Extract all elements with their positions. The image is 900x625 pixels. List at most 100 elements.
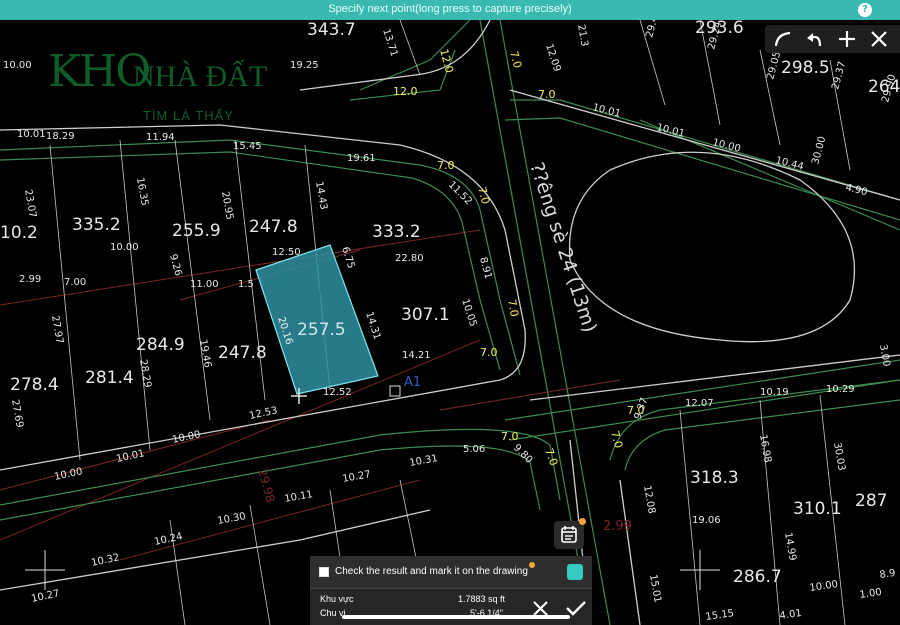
close-button[interactable] bbox=[863, 25, 895, 53]
add-button[interactable] bbox=[831, 25, 863, 53]
plot-area: 278.4 bbox=[10, 375, 59, 395]
dimension-text: 29.47 bbox=[644, 20, 662, 39]
dimension-text: 12.09 bbox=[543, 43, 562, 74]
plot-area: 10.2 bbox=[0, 223, 38, 243]
cad-drawing-canvas[interactable]: ??êng sè 24 (13m) 257.5 20.16 343.7 293.… bbox=[0, 20, 900, 625]
dimension-text: 21.3 bbox=[575, 24, 590, 48]
dimension-text: 16.98 bbox=[757, 434, 773, 464]
instruction-text: Specify next point(long press to capture… bbox=[328, 3, 572, 15]
snap-marker bbox=[389, 385, 401, 397]
dimension-text: 7.0 bbox=[480, 346, 498, 359]
plot-area: 247.8 bbox=[249, 217, 298, 237]
dimension-text: 27.97 bbox=[49, 315, 65, 345]
dimension-text: 10.05 bbox=[459, 298, 478, 329]
dimension-text: 8.9 bbox=[879, 568, 896, 581]
dimension-text: 15.01 bbox=[647, 574, 663, 604]
calendar-icon bbox=[561, 526, 577, 543]
dimension-text: 1.5 bbox=[238, 279, 254, 290]
dimension-text: 5.06 bbox=[463, 444, 485, 455]
dimension-text: 7.0 bbox=[538, 88, 556, 101]
dimension-text: 15.15 bbox=[705, 608, 735, 623]
calendar-button[interactable] bbox=[554, 518, 586, 549]
marker: A1 bbox=[404, 375, 421, 390]
mark-result-checkbox[interactable] bbox=[319, 567, 329, 577]
plot-area: 247.8 bbox=[218, 343, 267, 363]
notification-dot bbox=[579, 518, 586, 525]
dimension-text: 14.31 bbox=[363, 311, 382, 342]
dimension-text: 27.69 bbox=[9, 399, 25, 429]
dimension-text: 4.90 bbox=[844, 182, 868, 198]
dimension-text: 10.29 bbox=[826, 384, 855, 395]
plot-area: 318.3 bbox=[690, 468, 739, 488]
dimension-text: 12.0 bbox=[437, 47, 456, 74]
dimension-text: 1.00 bbox=[859, 587, 883, 601]
dimension-text: 12.0 bbox=[393, 85, 418, 98]
dimension-text: 12.50 bbox=[272, 247, 301, 258]
undo-button[interactable] bbox=[799, 25, 831, 53]
dimension-text: 10.01 bbox=[17, 129, 46, 140]
dimension-text: 30.00 bbox=[810, 135, 828, 166]
dimension-text: 7.0 bbox=[507, 49, 524, 69]
mark-result-label: Check the result and mark it on the draw… bbox=[335, 566, 528, 577]
color-swatch[interactable] bbox=[567, 564, 583, 580]
area-value: 1.7883 sq ft bbox=[458, 594, 506, 604]
dimension-text: 28.29 bbox=[137, 359, 153, 389]
close-icon bbox=[533, 601, 548, 616]
confirm-button[interactable] bbox=[564, 596, 588, 620]
plot-area: 343.7 bbox=[307, 20, 356, 40]
dimension-text: 10.11 bbox=[284, 489, 314, 505]
dimension-text: 7.00 bbox=[64, 277, 86, 288]
arc-icon bbox=[774, 31, 791, 47]
mark-result-row: Check the result and mark it on the draw… bbox=[310, 556, 592, 589]
dimension-text: 7.0 bbox=[505, 298, 521, 317]
plot-area: 281.4 bbox=[85, 368, 134, 388]
dimension-text: 7.0 bbox=[437, 159, 455, 172]
arc-button[interactable] bbox=[767, 25, 799, 53]
dimension-text: 10.00 bbox=[110, 242, 139, 253]
cancel-button[interactable] bbox=[529, 596, 553, 620]
help-icon[interactable]: ? bbox=[858, 3, 872, 17]
dimension-text: 10.27 bbox=[30, 588, 60, 605]
plot-area: 310.1 bbox=[793, 499, 842, 519]
dimension-text: 20.95 bbox=[219, 191, 235, 221]
measurement-panel: Check the result and mark it on the draw… bbox=[310, 556, 592, 625]
dimension-text: 10.01 bbox=[655, 122, 685, 140]
dimension-text: 10.00 bbox=[3, 60, 32, 71]
dimension-text: 2.99 bbox=[603, 519, 632, 534]
plot-area: 287 bbox=[855, 491, 887, 511]
plot-area: 335.2 bbox=[72, 215, 121, 235]
dimension-text: 10.30 bbox=[217, 511, 247, 527]
watermark-name: NHÀ ĐẤT bbox=[133, 60, 268, 93]
dimension-text: 9.80 bbox=[511, 442, 535, 466]
dimension-text: 22.80 bbox=[395, 253, 424, 264]
dimension-text: 10.31 bbox=[409, 453, 439, 469]
checkmark-icon bbox=[566, 601, 586, 616]
dimension-text: 19.25 bbox=[290, 60, 319, 71]
dimension-text: 19.46 bbox=[197, 339, 213, 369]
dimension-text: 14.99 bbox=[782, 532, 798, 562]
dimension-text: 2.99 bbox=[19, 274, 41, 285]
dimension-text: 19.06 bbox=[692, 515, 721, 526]
drawing-toolbar bbox=[765, 25, 900, 53]
dimension-text: 4.01 bbox=[779, 608, 803, 622]
close-icon bbox=[871, 31, 887, 47]
plot-area: 333.2 bbox=[372, 222, 421, 242]
dimension-text: 7.0 bbox=[501, 430, 519, 443]
dimension-text: 16.35 bbox=[134, 177, 150, 207]
instruction-bar: Specify next point(long press to capture… bbox=[0, 0, 900, 20]
dimension-text: 18.29 bbox=[46, 131, 75, 142]
area-label: Khu vực bbox=[320, 594, 354, 604]
undo-icon bbox=[807, 33, 822, 47]
plot-area: 286.7 bbox=[733, 567, 782, 587]
selected-plot-area: 257.5 bbox=[297, 320, 346, 340]
dimension-text: 23.07 bbox=[22, 189, 38, 219]
dimension-text: 11.94 bbox=[146, 132, 175, 143]
dimension-text: 11.52 bbox=[446, 179, 474, 207]
plot-area: 307.1 bbox=[401, 305, 450, 325]
plot-area: 284.9 bbox=[136, 335, 185, 355]
dimension-text: 10.00 bbox=[809, 579, 839, 594]
plot-area: 255.9 bbox=[172, 221, 221, 241]
road-boundary bbox=[0, 20, 900, 625]
dimension-text: 30.03 bbox=[831, 442, 847, 472]
plot-area: 298.5 bbox=[781, 58, 830, 78]
